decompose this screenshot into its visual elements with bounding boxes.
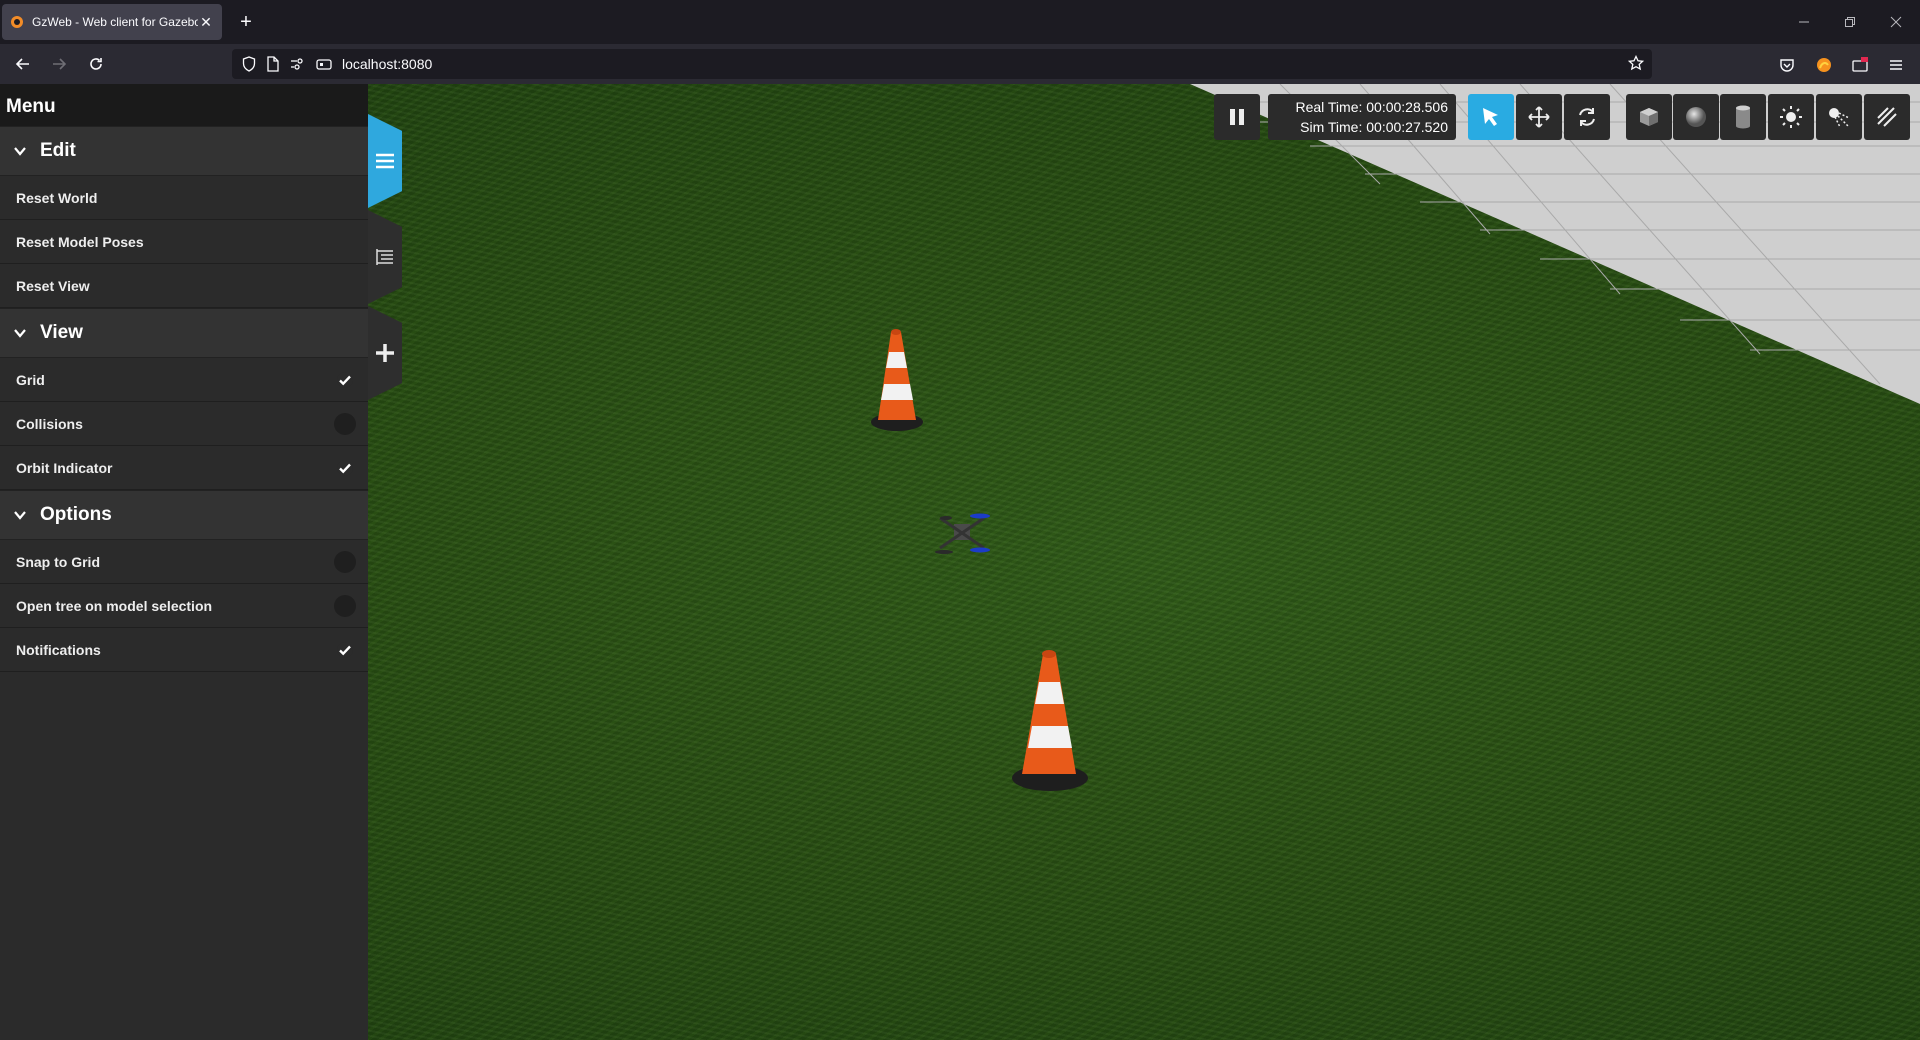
reload-button[interactable]	[82, 50, 110, 78]
cursor-arrow-icon	[1483, 108, 1498, 126]
checkmark-icon[interactable]	[334, 457, 356, 479]
plus-icon	[376, 344, 394, 362]
pavement-ground-plane	[1190, 84, 1920, 404]
close-window-button[interactable]	[1872, 8, 1920, 36]
sidebar-menu: Menu Edit Reset World Reset Model Poses …	[0, 84, 368, 1040]
reload-icon	[90, 58, 102, 70]
section-title: View	[40, 322, 83, 343]
rotate-icon	[1579, 108, 1595, 126]
forward-button[interactable]	[45, 50, 73, 78]
menu-item-notifications[interactable]: Notifications	[0, 628, 368, 672]
back-arrow-icon	[15, 58, 29, 70]
insert-sphere-button[interactable]	[1673, 94, 1719, 140]
sun-light-icon	[1780, 106, 1802, 128]
menu-item-label: Reset World	[16, 189, 98, 206]
menu-item-label: Snap to Grid	[16, 553, 100, 570]
menu-item-orbit-indicator[interactable]: Orbit Indicator	[0, 446, 368, 490]
forward-arrow-icon	[53, 58, 67, 70]
insert-point-light-button[interactable]	[1768, 94, 1814, 140]
sphere-icon	[1686, 107, 1706, 127]
insert-directional-light-button[interactable]	[1864, 94, 1910, 140]
section-view-header[interactable]: View	[0, 308, 368, 358]
pocket-icon[interactable]	[1776, 54, 1798, 76]
insert-cylinder-button[interactable]	[1720, 94, 1766, 140]
translate-mode-button[interactable]	[1516, 94, 1562, 140]
quadcopter-model[interactable]	[928, 508, 996, 560]
cylinder-icon	[1736, 105, 1750, 129]
unchecked-toggle-icon[interactable]	[334, 550, 356, 573]
unchecked-toggle-icon[interactable]	[334, 412, 356, 435]
checkmark-icon[interactable]	[334, 369, 356, 391]
chevron-down-icon	[12, 507, 28, 523]
select-mode-button[interactable]	[1468, 94, 1514, 140]
hamburger-icon	[376, 153, 394, 169]
menu-item-reset-view[interactable]: Reset View	[0, 264, 368, 308]
chevron-down-icon	[12, 325, 28, 341]
gazebo-favicon-icon	[10, 15, 24, 29]
minimize-button[interactable]	[1780, 8, 1828, 36]
browser-nav-bar: localhost:8080	[0, 44, 1920, 84]
menu-item-label: Reset View	[16, 277, 90, 294]
time-display: Real Time: 00:00:28.506 Sim Time: 00:00:…	[1268, 94, 1456, 140]
shield-icon	[242, 56, 256, 72]
menu-item-reset-model-poses[interactable]: Reset Model Poses	[0, 220, 368, 264]
insert-spot-light-button[interactable]	[1816, 94, 1862, 140]
close-tab-icon[interactable]: ✕	[198, 14, 214, 30]
browser-tab[interactable]: GzWeb - Web client for Gazebo ✕	[2, 4, 222, 40]
move-arrows-icon	[1528, 106, 1550, 128]
traffic-cone-model[interactable]	[866, 324, 926, 434]
menu-item-open-tree[interactable]: Open tree on model selection	[0, 584, 368, 628]
extensions-icon[interactable]	[1849, 54, 1871, 76]
tab-title: GzWeb - Web client for Gazebo	[32, 15, 198, 29]
menu-item-label: Open tree on model selection	[16, 597, 213, 614]
box-icon	[1640, 108, 1658, 126]
real-time-text: Real Time: 00:00:28.506	[1295, 99, 1448, 115]
traffic-cone-model[interactable]	[1006, 644, 1092, 794]
rotate-mode-button[interactable]	[1564, 94, 1610, 140]
back-button[interactable]	[9, 50, 37, 78]
menu-title: Menu	[0, 84, 368, 126]
insert-box-button[interactable]	[1626, 94, 1672, 140]
menu-item-label: Grid	[16, 371, 45, 388]
spot-light-icon	[1829, 108, 1850, 128]
directional-light-icon	[1877, 107, 1897, 127]
section-edit-header[interactable]: Edit	[0, 126, 368, 176]
address-bar[interactable]: localhost:8080	[232, 49, 1652, 79]
bookmark-star-icon[interactable]	[1627, 54, 1645, 76]
section-title: Options	[40, 504, 112, 525]
new-tab-button[interactable]: +	[234, 10, 258, 34]
tree-list-icon	[376, 249, 393, 265]
connection-icon	[316, 59, 332, 70]
unchecked-toggle-icon[interactable]	[334, 594, 356, 617]
menu-item-snap-to-grid[interactable]: Snap to Grid	[0, 540, 368, 584]
section-options-header[interactable]: Options	[0, 490, 368, 540]
pause-button[interactable]	[1214, 94, 1260, 140]
checkmark-icon[interactable]	[334, 639, 356, 661]
menu-item-label: Collisions	[16, 415, 83, 432]
pause-icon	[1230, 109, 1244, 125]
url-text[interactable]: localhost:8080	[342, 56, 432, 72]
menu-item-collisions[interactable]: Collisions	[0, 402, 368, 446]
section-title: Edit	[40, 140, 76, 161]
menu-item-label: Notifications	[16, 641, 101, 658]
browser-tab-bar: GzWeb - Web client for Gazebo ✕ +	[0, 0, 1920, 44]
restore-button[interactable]	[1826, 8, 1874, 36]
menu-item-grid[interactable]: Grid	[0, 358, 368, 402]
menu-item-label: Orbit Indicator	[16, 459, 113, 476]
firefox-account-icon[interactable]	[1813, 54, 1835, 76]
chevron-down-icon	[12, 143, 28, 159]
permissions-icon	[291, 58, 303, 70]
page-icon	[267, 56, 279, 72]
app-menu-icon[interactable]	[1885, 54, 1907, 76]
menu-item-label: Reset Model Poses	[16, 233, 144, 250]
sim-time-text: Sim Time: 00:00:27.520	[1300, 119, 1448, 135]
menu-item-reset-world[interactable]: Reset World	[0, 176, 368, 220]
